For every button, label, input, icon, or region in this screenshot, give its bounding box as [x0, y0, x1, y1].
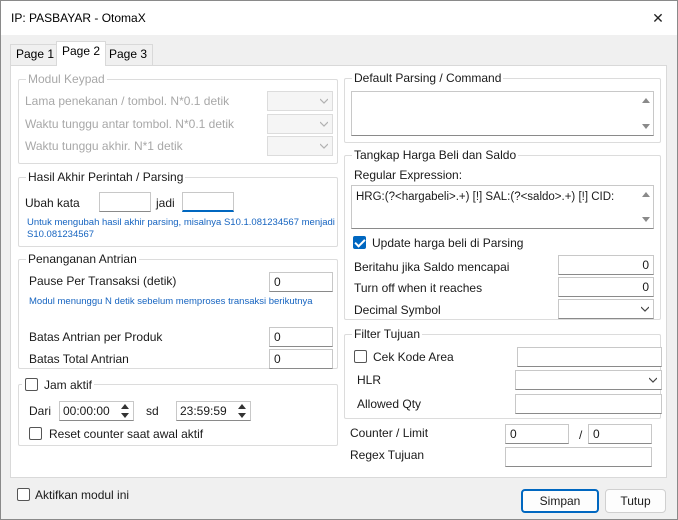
penanganan-antrian-title: Penanganan Antrian: [26, 252, 139, 266]
hlr-label: HLR: [357, 373, 382, 387]
default-parsing-group: Default Parsing / Command: [344, 71, 661, 143]
regex-tujuan-input[interactable]: [505, 447, 652, 467]
chevron-down-icon: [320, 121, 328, 127]
regex-label: Regular Expression:: [354, 168, 463, 182]
sd-time-picker[interactable]: 23:59:59: [176, 401, 251, 421]
tab-page-2[interactable]: Page 2: [56, 41, 107, 66]
dialog-window: IP: PASBAYAR - OtomaX ✕ Page 1 Page 2 Pa…: [0, 0, 678, 520]
chevron-down-icon: [649, 377, 657, 383]
aktifkan-modul-checkbox[interactable]: [17, 488, 30, 501]
pause-label: Pause Per Transaksi (detik): [29, 274, 177, 288]
tutup-button[interactable]: Tutup: [605, 489, 666, 513]
decimal-symbol-select[interactable]: [558, 299, 654, 319]
chevron-down-icon: [641, 306, 649, 312]
waktu-antar-select[interactable]: [267, 114, 333, 134]
dari-spin-buttons[interactable]: [118, 403, 132, 419]
allowed-qty-input[interactable]: [515, 394, 662, 414]
batas-produk-input[interactable]: 0: [269, 327, 333, 347]
dari-label: Dari: [29, 404, 52, 418]
dari-time-picker[interactable]: 00:00:00: [59, 401, 134, 421]
beritahu-input[interactable]: 0: [558, 255, 654, 275]
counter-limit-label: Counter / Limit: [350, 426, 429, 440]
decimal-symbol-label: Decimal Symbol: [354, 303, 441, 317]
hlr-select[interactable]: [515, 370, 662, 390]
counter-input[interactable]: 0: [505, 424, 569, 444]
waktu-akhir-label: Waktu tunggu akhir. N*1 detik: [25, 139, 183, 153]
chevron-down-icon: [320, 98, 328, 104]
hasil-akhir-hint: Untuk mengubah hasil akhir parsing, misa…: [27, 217, 335, 240]
limit-input[interactable]: 0: [588, 424, 652, 444]
reset-counter-label: Reset counter saat awal aktif: [49, 427, 204, 441]
tab-page-1[interactable]: Page 1: [10, 44, 61, 65]
batas-total-label: Batas Total Antrian: [29, 352, 129, 366]
update-harga-label: Update harga beli di Parsing: [372, 236, 524, 250]
hasil-akhir-title: Hasil Akhir Perintah / Parsing: [26, 170, 186, 184]
aktifkan-modul-label: Aktifkan modul ini: [35, 488, 130, 502]
jam-aktif-legend: Jam aktif: [22, 377, 94, 393]
jadi-label: jadi: [156, 196, 175, 210]
regex-tujuan-label: Regex Tujuan: [350, 448, 425, 462]
lama-penekanan-select[interactable]: [267, 91, 333, 111]
jam-aktif-group: Jam aktif Dari 00:00:00 sd 23:59:59 Rese…: [18, 377, 338, 446]
modul-keypad-title: Modul Keypad: [26, 72, 107, 86]
tangkap-harga-title: Tangkap Harga Beli dan Saldo: [352, 148, 519, 162]
pause-input[interactable]: 0: [269, 272, 333, 292]
default-parsing-textarea[interactable]: [351, 91, 654, 136]
tab-page-3[interactable]: Page 3: [103, 44, 154, 65]
simpan-button[interactable]: Simpan: [521, 489, 599, 513]
close-button[interactable]: ✕: [645, 5, 671, 31]
turnoff-input[interactable]: 0: [558, 277, 654, 297]
regex-textarea[interactable]: HRG:(?<hargabeli>.+) [!] SAL:(?<saldo>.+…: [351, 185, 654, 229]
beritahu-label: Beritahu jika Saldo mencapai: [354, 260, 510, 274]
penanganan-antrian-group: Penanganan Antrian Pause Per Transaksi (…: [18, 252, 338, 369]
hasil-akhir-group: Hasil Akhir Perintah / Parsing Ubah kata…: [18, 170, 338, 247]
counter-separator: /: [579, 428, 583, 442]
jam-aktif-label: Jam aktif: [44, 378, 93, 392]
regex-value: HRG:(?<hargabeli>.+) [!] SAL:(?<saldo>.+…: [356, 191, 615, 203]
waktu-akhir-select[interactable]: [267, 136, 333, 156]
spin-up-icon[interactable]: [238, 404, 246, 409]
reset-counter-checkbox[interactable]: [29, 427, 42, 440]
update-harga-checkbox[interactable]: [353, 236, 366, 249]
spin-down-icon[interactable]: [121, 413, 129, 418]
title-bar: IP: PASBAYAR - OtomaX ✕: [1, 1, 677, 35]
close-icon: ✕: [652, 10, 664, 26]
window-title: IP: PASBAYAR - OtomaX: [11, 11, 146, 25]
scroll-up-icon[interactable]: [642, 98, 650, 103]
allowed-qty-label: Allowed Qty: [357, 397, 422, 411]
spin-down-icon[interactable]: [238, 413, 246, 418]
scroll-down-icon[interactable]: [642, 217, 650, 222]
sd-spin-buttons[interactable]: [235, 403, 249, 419]
waktu-antar-label: Waktu tunggu antar tombol. N*0.1 detik: [25, 117, 235, 131]
turnoff-label: Turn off when it reaches: [354, 281, 483, 295]
dari-time-value: 00:00:00: [63, 404, 110, 418]
cek-kode-area-checkbox[interactable]: [354, 350, 367, 363]
batas-produk-label: Batas Antrian per Produk: [29, 330, 163, 344]
cek-kode-area-input[interactable]: [517, 347, 662, 367]
default-parsing-title: Default Parsing / Command: [352, 71, 504, 85]
spin-up-icon[interactable]: [121, 404, 129, 409]
sd-time-value: 23:59:59: [180, 404, 227, 418]
jam-aktif-checkbox[interactable]: [25, 378, 38, 391]
tab-panel-page-2: Modul Keypad Lama penekanan / tombol. N*…: [10, 65, 667, 478]
modul-keypad-group: Modul Keypad Lama penekanan / tombol. N*…: [18, 72, 338, 164]
ubah-kata-input[interactable]: [99, 192, 151, 212]
filter-tujuan-title: Filter Tujuan: [352, 327, 423, 341]
penanganan-hint: Modul menunggu N detik sebelum memproses…: [29, 296, 313, 307]
ubah-kata-label: Ubah kata: [25, 196, 80, 210]
chevron-down-icon: [320, 143, 328, 149]
sd-label: sd: [146, 404, 159, 418]
lama-penekanan-label: Lama penekanan / tombol. N*0.1 detik: [25, 94, 230, 108]
filter-tujuan-group: Filter Tujuan Cek Kode Area HLR Allowed …: [344, 327, 662, 419]
tangkap-harga-group: Tangkap Harga Beli dan Saldo Regular Exp…: [344, 148, 661, 320]
jadi-input[interactable]: [182, 192, 234, 212]
scroll-down-icon[interactable]: [642, 124, 650, 129]
batas-total-input[interactable]: 0: [269, 349, 333, 369]
cek-kode-area-label: Cek Kode Area: [373, 350, 454, 364]
scroll-up-icon[interactable]: [642, 192, 650, 197]
